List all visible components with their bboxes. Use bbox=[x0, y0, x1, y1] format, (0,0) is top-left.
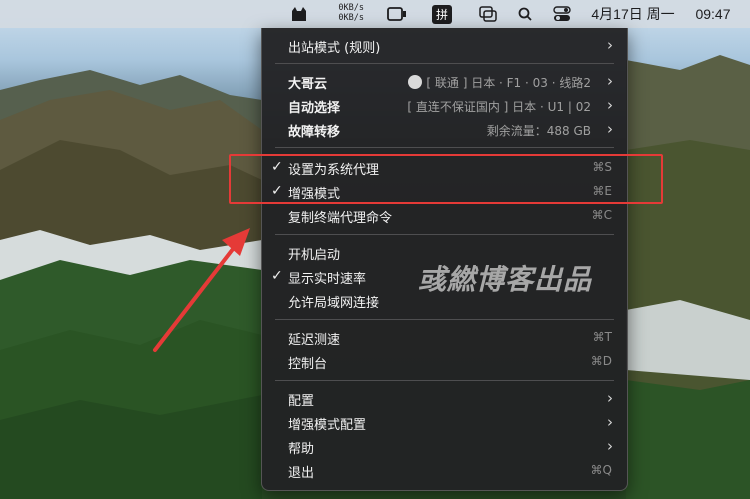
train-icon bbox=[408, 75, 423, 89]
keyboard-shortcut: ⌘T bbox=[592, 330, 612, 344]
input-method-icon[interactable]: 拼 bbox=[430, 0, 454, 28]
proxy-group-label: 故障转移 bbox=[288, 125, 341, 140]
menu-item-console[interactable]: 控制台 ⌘D bbox=[262, 350, 627, 374]
menu-item-label: 退出 bbox=[288, 466, 315, 481]
windows-icon bbox=[479, 6, 497, 22]
clashx-cat-icon[interactable] bbox=[284, 0, 314, 28]
proxy-group-detail: [ 直连不保证国内 ] 日本 · U1 | 02 bbox=[407, 100, 591, 114]
download-speed: 0KB/s bbox=[338, 13, 364, 23]
menu-item-help[interactable]: 帮助 › bbox=[262, 435, 627, 459]
cat-icon bbox=[292, 7, 306, 21]
upload-speed: 0KB/s bbox=[338, 3, 364, 13]
chevron-right-icon: › bbox=[607, 437, 613, 455]
separator bbox=[275, 380, 614, 381]
input-method-label: 拼 bbox=[431, 4, 452, 24]
separator bbox=[275, 234, 614, 235]
proxy-group-detail-text: [ 联通 ] 日本 · F1 · 03 · 线路2 bbox=[426, 76, 591, 90]
chevron-right-icon: › bbox=[607, 413, 613, 431]
search-icon bbox=[518, 7, 532, 21]
menu-item-label: 延迟测速 bbox=[288, 333, 341, 348]
proxy-group-label: 大哥云 bbox=[288, 77, 328, 92]
chevron-right-icon: › bbox=[607, 72, 613, 90]
keyboard-shortcut: ⌘C bbox=[591, 208, 612, 222]
menu-item-outbound-mode[interactable]: 出站模式 (规则) › bbox=[262, 34, 627, 58]
menu-item-enhanced-config[interactable]: 增强模式配置 › bbox=[262, 411, 627, 435]
chevron-right-icon: › bbox=[607, 120, 613, 138]
menu-item-label: 复制终端代理命令 bbox=[288, 211, 393, 226]
network-speed: 0KB/s 0KB/s bbox=[318, 3, 364, 23]
proxy-group-label: 自动选择 bbox=[288, 101, 341, 116]
menu-item-label: 允许局域网连接 bbox=[288, 296, 380, 311]
separator bbox=[275, 147, 614, 148]
time-label: 09:47 bbox=[695, 6, 731, 22]
keyboard-shortcut: ⌘Q bbox=[590, 463, 612, 477]
menu-item-proxy-group-failover[interactable]: 故障转移 剩余流量：488 GB › bbox=[262, 118, 627, 142]
separator bbox=[275, 63, 614, 64]
chevron-right-icon: › bbox=[607, 36, 613, 54]
menubar-date[interactable]: 4月17日 周一 bbox=[588, 0, 678, 28]
macos-menubar: 0KB/s 0KB/s 拼 4月17日 周一 09:47 bbox=[0, 0, 750, 28]
menubar-time[interactable]: 09:47 bbox=[688, 0, 738, 28]
red-highlight-box bbox=[229, 154, 663, 204]
menu-item-label: 增强模式配置 bbox=[288, 418, 367, 433]
menu-item-label: 配置 bbox=[288, 394, 315, 409]
menu-item-label: 控制台 bbox=[288, 357, 328, 372]
control-center-icon[interactable] bbox=[550, 0, 574, 28]
menu-item-config[interactable]: 配置 › bbox=[262, 387, 627, 411]
outbound-mode-label: 出站模式 (规则) bbox=[288, 41, 381, 56]
chevron-right-icon: › bbox=[607, 389, 613, 407]
watermark-text: 彧繎博客出品 bbox=[418, 263, 593, 296]
menu-item-quit[interactable]: 退出 ⌘Q bbox=[262, 459, 627, 483]
screen-icon bbox=[387, 7, 406, 21]
date-label: 4月17日 周一 bbox=[591, 6, 675, 22]
proxy-group-selected: [ 联通 ] 日本 · F1 · 03 · 线路2 bbox=[408, 74, 591, 91]
menu-item-label: 开机启动 bbox=[288, 248, 341, 263]
menu-item-proxy-group-dageyun[interactable]: 大哥云 [ 联通 ] 日本 · F1 · 03 · 线路2 › bbox=[262, 70, 627, 94]
checkmark-icon: ✓ bbox=[271, 268, 283, 284]
spotlight-search-icon[interactable] bbox=[514, 0, 536, 28]
menu-item-label: 显示实时速率 bbox=[288, 272, 367, 287]
chevron-right-icon: › bbox=[607, 96, 613, 114]
display-icon[interactable] bbox=[384, 0, 410, 28]
proxy-group-detail: 剩余流量：488 GB bbox=[486, 124, 591, 138]
toggle-icon bbox=[553, 6, 571, 21]
separator bbox=[275, 319, 614, 320]
menu-item-copy-terminal-command[interactable]: 复制终端代理命令 ⌘C bbox=[262, 204, 627, 228]
keyboard-shortcut: ⌘D bbox=[590, 354, 612, 368]
window-switch-icon[interactable] bbox=[476, 0, 500, 28]
menu-item-label: 帮助 bbox=[288, 442, 315, 457]
menu-item-latency-test[interactable]: 延迟测速 ⌘T bbox=[262, 326, 627, 350]
menu-item-proxy-group-auto[interactable]: 自动选择 [ 直连不保证国内 ] 日本 · U1 | 02 › bbox=[262, 94, 627, 118]
